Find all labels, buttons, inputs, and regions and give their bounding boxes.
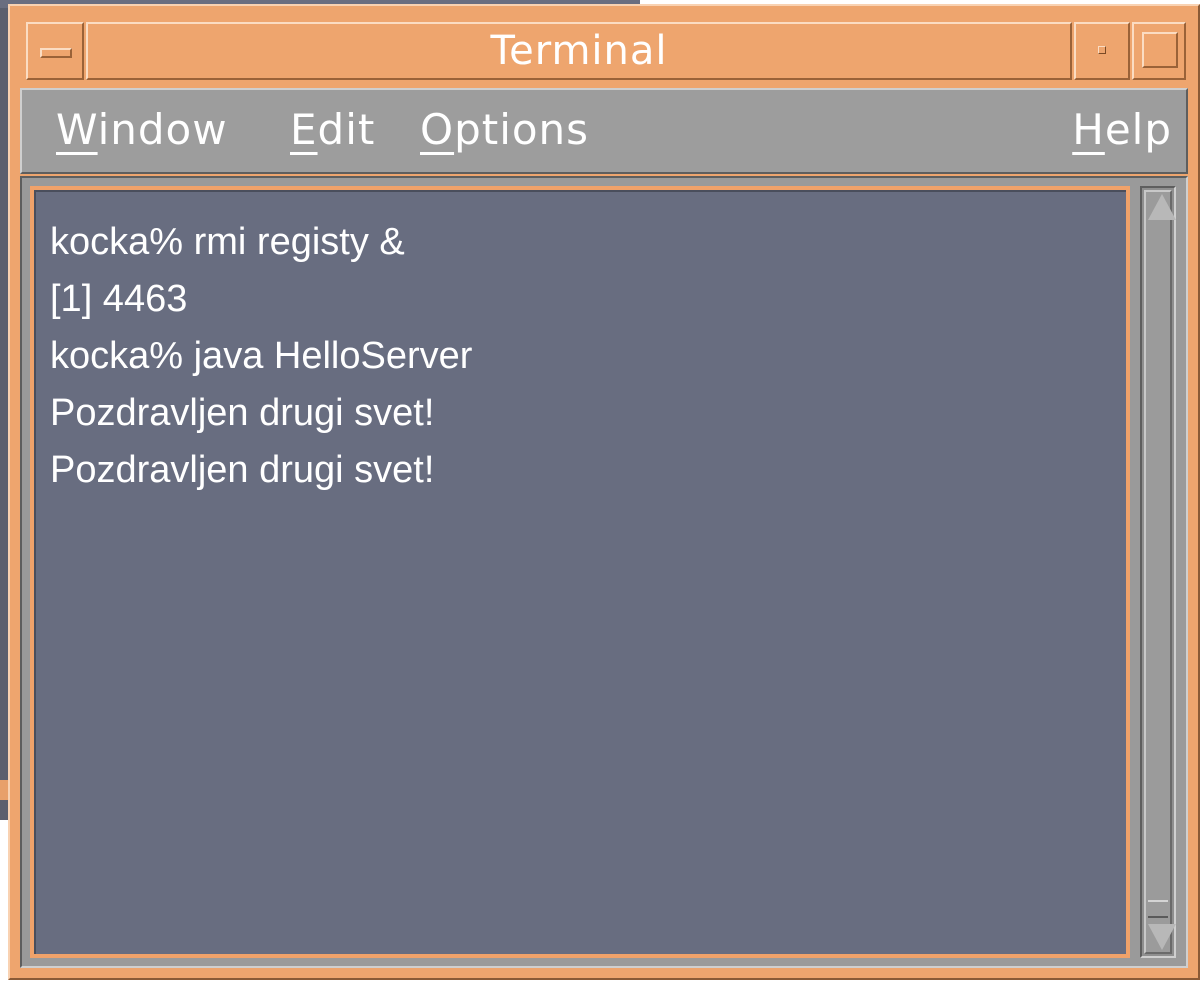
menu-help-label: elp (1104, 105, 1172, 154)
terminal-line: kocka% java HelloServer (50, 335, 473, 377)
window-title: Terminal (490, 28, 668, 74)
maximize-icon (1142, 32, 1178, 68)
scroll-thumb[interactable] (1144, 190, 1176, 954)
menu-help[interactable]: Help (1072, 104, 1172, 156)
menu-window[interactable]: Window (56, 104, 228, 156)
window-frame: Terminal Window Edit Options Help kocka%… (20, 16, 1188, 968)
terminal-output: kocka% rmi registy & [1] 4463 kocka% jav… (34, 190, 1126, 954)
menu-window-mnemonic: W (56, 105, 98, 154)
title-area[interactable]: Terminal (86, 22, 1072, 80)
terminal-area: kocka% rmi registy & [1] 4463 kocka% jav… (20, 176, 1188, 968)
menu-window-label: indow (97, 105, 228, 154)
menu-edit[interactable]: Edit (290, 104, 375, 156)
menu-edit-label: dit (317, 105, 376, 154)
menu-bar: Window Edit Options Help (20, 88, 1188, 174)
maximize-button[interactable] (1132, 22, 1186, 80)
vertical-scrollbar[interactable] (1140, 186, 1176, 958)
menu-options[interactable]: Options (420, 104, 589, 156)
minimize-icon (1098, 46, 1106, 54)
terminal-line: Pozdravljen drugi svet! (50, 392, 435, 434)
terminal-line: [1] 4463 (50, 278, 188, 320)
terminal-window: Terminal Window Edit Options Help kocka%… (8, 4, 1200, 980)
window-menu-icon (40, 48, 72, 58)
menu-help-mnemonic: H (1072, 105, 1105, 154)
menu-options-mnemonic: O (420, 105, 455, 154)
menu-options-label: ptions (454, 105, 590, 154)
scroll-grip[interactable] (1148, 900, 1168, 918)
window-menu-button[interactable] (26, 22, 84, 80)
minimize-button[interactable] (1074, 22, 1130, 80)
menu-edit-mnemonic: E (290, 105, 318, 154)
scroll-up-arrow-icon[interactable] (1148, 194, 1176, 220)
terminal-screen[interactable]: kocka% rmi registy & [1] 4463 kocka% jav… (30, 186, 1130, 958)
terminal-line: kocka% rmi registy & (50, 221, 405, 263)
scroll-down-arrow-icon[interactable] (1148, 924, 1176, 950)
title-bar[interactable]: Terminal (20, 16, 1188, 86)
terminal-line: Pozdravljen drugi svet! (50, 449, 435, 491)
